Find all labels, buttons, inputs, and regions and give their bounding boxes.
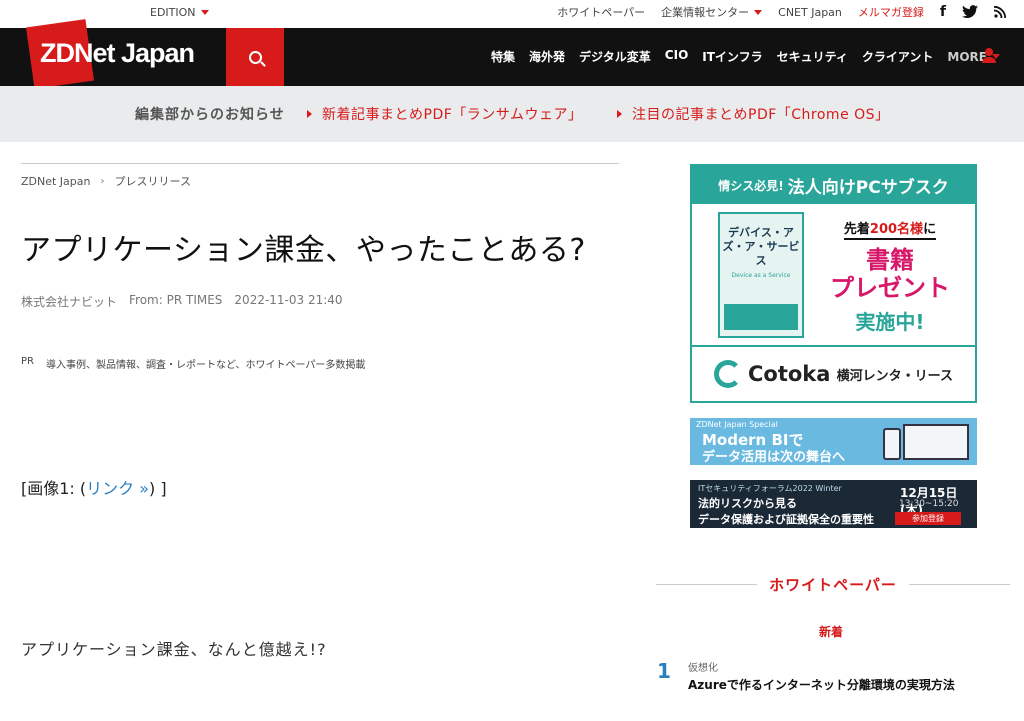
nav-item-client[interactable]: クライアント bbox=[862, 48, 934, 65]
article-paragraph: アプリケーション課金、なんと億越え!? bbox=[21, 640, 327, 659]
phone-image bbox=[883, 428, 901, 460]
ad2-line2: データ活用は次の舞台へ bbox=[702, 450, 846, 465]
pr-banner-link[interactable]: PR 導入事例、製品情報、調査・レポートなど、ホワイトペーパー多数掲載 bbox=[21, 356, 619, 371]
notice-link-chrome-os[interactable]: 注目の記事まとめPDF「Chrome OS」 bbox=[617, 104, 890, 124]
site-logo[interactable]: ZDNet Japan bbox=[40, 38, 195, 69]
site-header: ZDNet Japan 特集 海外発 デジタル変革 CIO ITインフラ セキュ… bbox=[0, 19, 1024, 89]
laptop-image bbox=[903, 424, 969, 460]
facebook-icon[interactable]: f bbox=[940, 4, 946, 20]
ad1-body: デバイス・アズ・ア・サービス Device as a Service 先着200… bbox=[692, 204, 975, 347]
image-ref-prefix: [画像1: ( bbox=[21, 479, 87, 498]
nav-item-dx[interactable]: デジタル変革 bbox=[579, 48, 651, 65]
edition-selector[interactable]: EDITION bbox=[150, 6, 209, 19]
whitepaper-section-header: ホワイトペーパー bbox=[656, 574, 1011, 594]
rank-category: 仮想化 bbox=[688, 663, 718, 674]
ad1-offer: 先着200名様に 書籍 プレゼント 実施中! bbox=[830, 218, 950, 335]
article: ZDNet Japan › プレスリリース アプリケーション課金、やったことある… bbox=[21, 163, 619, 371]
breadcrumb-home[interactable]: ZDNet Japan bbox=[21, 175, 91, 188]
twitter-icon[interactable] bbox=[962, 5, 978, 19]
article-date: 2022-11-03 21:40 bbox=[234, 293, 343, 307]
whitepaper-title: ホワイトペーパー bbox=[769, 575, 897, 594]
image-reference: [画像1: (リンク ») ] bbox=[21, 475, 167, 499]
chevron-down-icon bbox=[200, 10, 209, 15]
ad-security-forum[interactable]: ITセキュリティフォーラム2022 Winter 法的リスクから見る データ保護… bbox=[690, 480, 977, 528]
user-icon[interactable] bbox=[982, 48, 996, 64]
editorial-notice-bar: 編集部からのお知らせ 新着記事まとめPDF「ランサムウェア」 注目の記事まとめP… bbox=[0, 86, 1024, 142]
top-links: ホワイトペーパー 企業情報センター CNET Japan メルマガ登録 f bbox=[557, 4, 1006, 20]
notice-link-ransomware-label: 新着記事まとめPDF「ランサムウェア」 bbox=[322, 107, 583, 123]
nav-item-security[interactable]: セキュリティ bbox=[777, 48, 848, 65]
ad3-line2: データ保護および証拠保全の重要性 bbox=[698, 513, 874, 526]
ad1-header: 情シス必見! 法人向けPCサブスク bbox=[692, 166, 975, 204]
breadcrumb: ZDNet Japan › プレスリリース bbox=[21, 173, 619, 189]
ad1-head-small: 情シス必見! bbox=[718, 178, 784, 193]
notice-link-chrome-os-label: 注目の記事まとめPDF「Chrome OS」 bbox=[632, 107, 890, 123]
divider bbox=[21, 163, 619, 164]
notice-label: 編集部からのお知らせ bbox=[135, 107, 285, 123]
pr-tag: PR bbox=[21, 356, 34, 367]
cotoka-logo-icon bbox=[714, 360, 742, 388]
image-link[interactable]: リンク » bbox=[86, 479, 149, 498]
ad3-small: ITセキュリティフォーラム2022 Winter bbox=[698, 484, 842, 493]
book-title: デバイス・アズ・ア・サービス bbox=[722, 226, 800, 267]
lessor-name: 横河レンタ・リース bbox=[836, 368, 953, 384]
edition-label: EDITION bbox=[150, 6, 196, 19]
search-icon bbox=[248, 50, 262, 64]
ad3-register-button[interactable]: 参加登録 bbox=[895, 512, 961, 525]
breadcrumb-press-release[interactable]: プレスリリース bbox=[115, 173, 191, 189]
ad2-small: ZDNet Japan Special bbox=[696, 420, 778, 429]
newsletter-link[interactable]: メルマガ登録 bbox=[858, 4, 924, 20]
cnet-japan-link[interactable]: CNET Japan bbox=[778, 6, 842, 19]
rank-title: Azureで作るインターネット分離環境の実現方法 bbox=[688, 678, 955, 692]
arrow-right-icon bbox=[307, 110, 312, 118]
rss-icon[interactable] bbox=[994, 6, 1006, 18]
article-meta: 株式会社ナビット From: PR TIMES 2022-11-03 21:40 bbox=[21, 293, 619, 310]
top-utility-bar: EDITION ホワイトペーパー 企業情報センター CNET Japan メルマ… bbox=[0, 0, 1024, 28]
book-cover-image: デバイス・アズ・ア・サービス Device as a Service bbox=[718, 212, 804, 338]
nav-item-it-infra[interactable]: ITインフラ bbox=[702, 48, 762, 65]
chevron-down-icon bbox=[754, 9, 763, 15]
ad1-footer: Cotoka 横河レンタ・リース bbox=[692, 347, 975, 401]
offer-running: 実施中! bbox=[855, 310, 925, 334]
article-title: アプリケーション課金、やったことある? bbox=[21, 233, 586, 268]
offer-present: プレゼント bbox=[830, 274, 950, 302]
new-label: 新着 bbox=[819, 625, 844, 639]
nav-item-features[interactable]: 特集 bbox=[491, 48, 515, 65]
nav-item-cio[interactable]: CIO bbox=[665, 48, 688, 65]
book-subtitle: Device as a Service bbox=[731, 272, 791, 279]
ad-pc-subscription[interactable]: 情シス必見! 法人向けPCサブスク デバイス・アズ・ア・サービス Device … bbox=[690, 164, 977, 403]
main-nav: 特集 海外発 デジタル変革 CIO ITインフラ セキュリティ クライアント M… bbox=[491, 48, 1000, 65]
ad3-line1: 法的リスクから見る bbox=[698, 497, 797, 510]
notice-link-ransomware[interactable]: 新着記事まとめPDF「ランサムウェア」 bbox=[307, 104, 583, 124]
offer-book: 書籍 bbox=[866, 246, 914, 274]
cotoka-brand: Cotoka bbox=[748, 362, 831, 386]
search-button[interactable] bbox=[226, 28, 284, 86]
chevron-right-icon: › bbox=[100, 175, 105, 187]
ad3-time: 13:30~15:20 bbox=[899, 499, 959, 509]
nav-item-overseas[interactable]: 海外発 bbox=[529, 48, 565, 65]
company-info-label: 企業情報センター bbox=[661, 6, 750, 19]
ad1-head-big: 法人向けPCサブスク bbox=[787, 177, 949, 198]
pr-text: 導入事例、製品情報、調査・レポートなど、ホワイトペーパー多数掲載 bbox=[45, 360, 366, 371]
company-info-link[interactable]: 企業情報センター bbox=[661, 4, 763, 20]
whitepaper-link[interactable]: ホワイトペーパー bbox=[557, 4, 645, 20]
rank-number: 1 bbox=[657, 659, 671, 683]
arrow-right-icon bbox=[617, 110, 622, 118]
article-source: From: PR TIMES bbox=[129, 293, 223, 307]
article-company: 株式会社ナビット bbox=[21, 295, 118, 309]
image-ref-suffix: ) ] bbox=[149, 479, 167, 498]
ad-modern-bi[interactable]: ZDNet Japan Special Modern BIで データ活用は次の舞… bbox=[690, 418, 977, 465]
